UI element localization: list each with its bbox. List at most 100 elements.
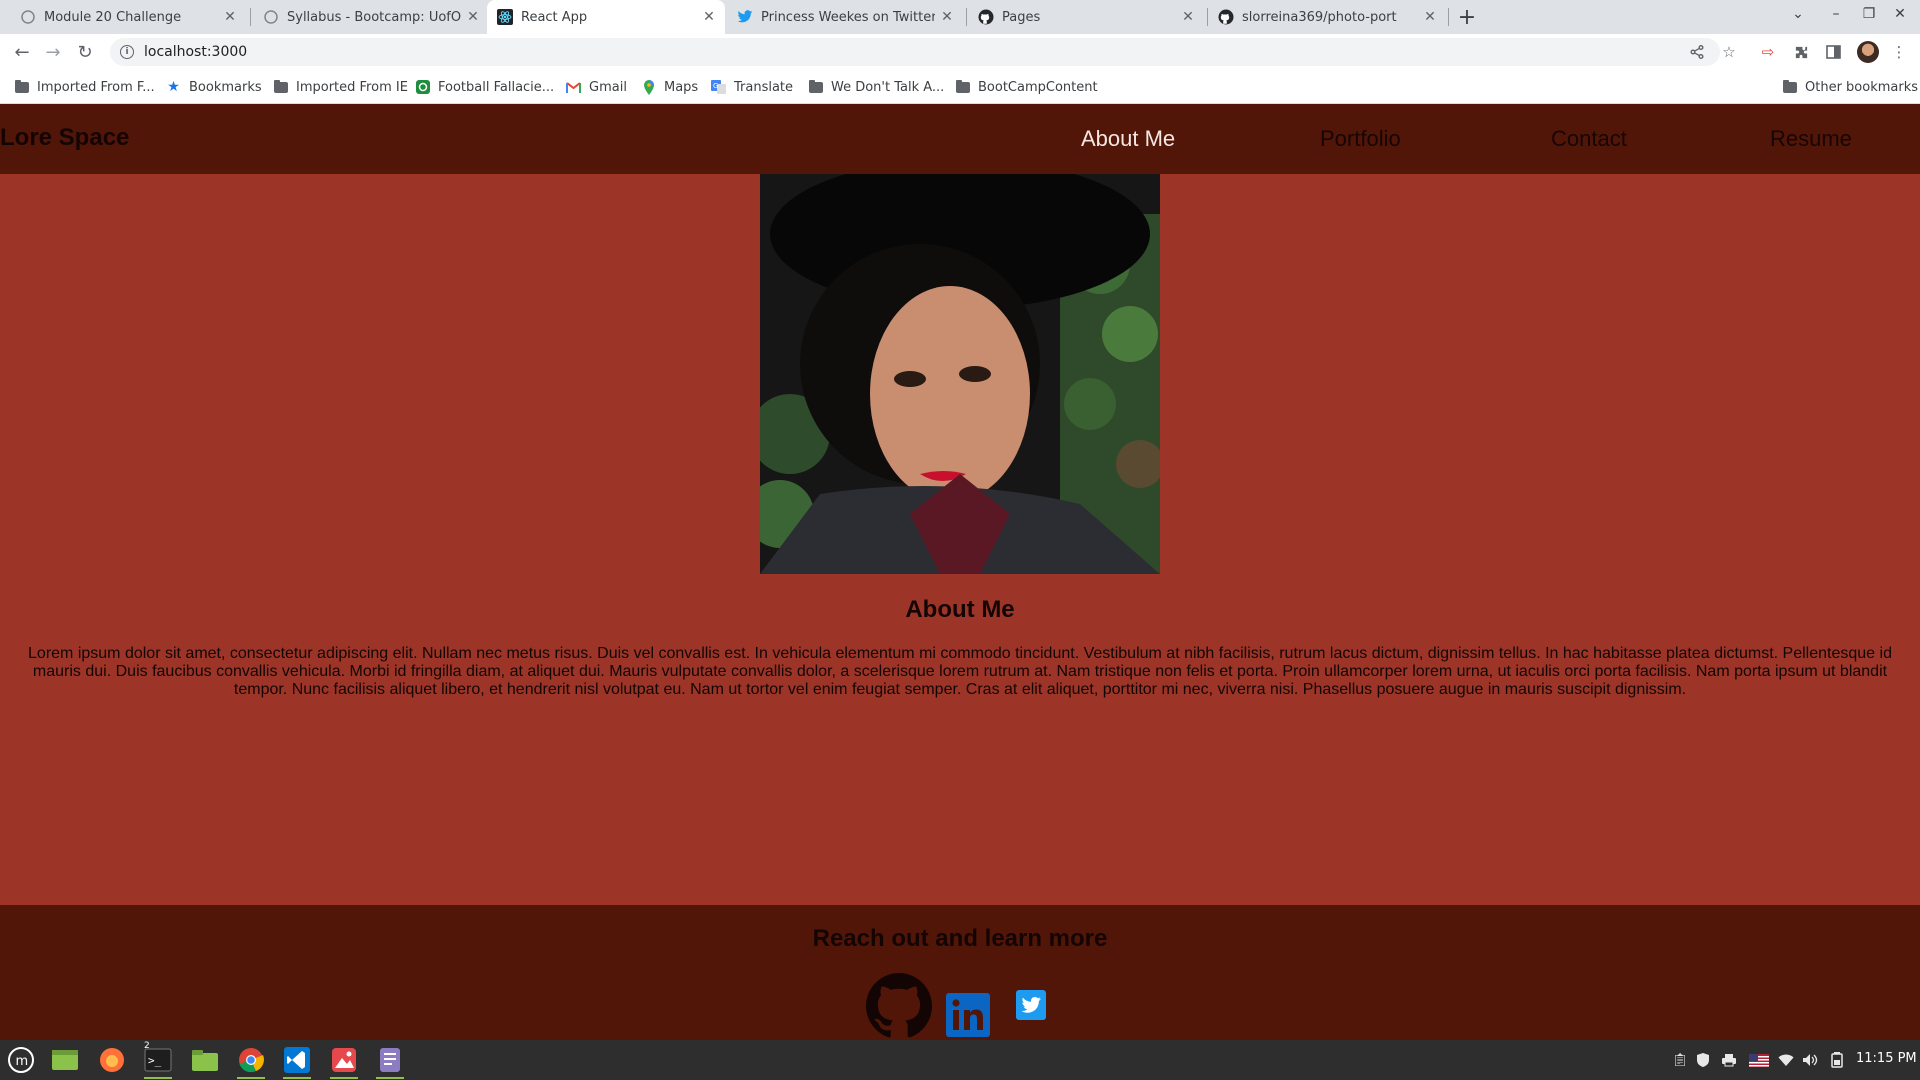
star-icon: ★ xyxy=(167,79,180,95)
tab-search-icon[interactable]: ⌄ xyxy=(1787,6,1809,22)
react-icon xyxy=(497,9,513,25)
tab-title: React App xyxy=(521,9,588,25)
blank-page-icon xyxy=(263,9,279,25)
us-flag-icon[interactable] xyxy=(1748,1050,1770,1070)
svg-text:m: m xyxy=(16,1054,29,1069)
browser-tab[interactable]: slorreina369/photo-port ✕ xyxy=(1208,0,1446,34)
site-header: Lore Space About Me Portfolio Contact Re… xyxy=(0,104,1920,174)
browser-tab-active[interactable]: React App ✕ xyxy=(487,0,725,34)
extension-record-icon[interactable]: ⇨ xyxy=(1758,42,1778,62)
close-window-icon[interactable]: ✕ xyxy=(1889,6,1911,22)
bookmark-label: Imported From F... xyxy=(37,79,155,95)
bookmark-label: Other bookmarks xyxy=(1805,79,1919,95)
close-icon[interactable]: ✕ xyxy=(1182,9,1194,25)
close-icon[interactable]: ✕ xyxy=(941,9,953,25)
about-paragraph: Lorem ipsum dolor sit amet, consectetur … xyxy=(28,645,1892,698)
address-bar[interactable]: i localhost:3000 xyxy=(110,38,1720,66)
wifi-icon[interactable] xyxy=(1777,1050,1795,1070)
bookmark-label: Gmail xyxy=(589,79,627,95)
browser-tab[interactable]: Pages ✕ xyxy=(968,0,1204,34)
text-editor-icon[interactable] xyxy=(374,1044,406,1079)
blank-page-icon xyxy=(20,9,36,25)
gmail-icon xyxy=(566,81,581,93)
close-icon[interactable]: ✕ xyxy=(467,9,479,25)
site-footer: Reach out and learn more xyxy=(0,905,1920,1040)
browser-tab[interactable]: Syllabus - Bootcamp: UofO-V ✕ xyxy=(253,0,489,34)
shield-icon[interactable] xyxy=(1694,1050,1712,1070)
svg-text:G: G xyxy=(713,82,718,90)
vscode-icon[interactable] xyxy=(281,1044,313,1079)
more-menu-icon[interactable]: ⋮ xyxy=(1889,42,1909,62)
bookmarks-bar: Imported From F... ★ Bookmarks Imported … xyxy=(0,70,1920,104)
os-taskbar: m >_ 2 📋︎ 11:15 PM xyxy=(0,1040,1920,1080)
tab-title: slorreina369/photo-port xyxy=(1242,9,1397,25)
files-icon[interactable] xyxy=(189,1044,221,1076)
site-brand[interactable]: Lore Space xyxy=(0,124,129,152)
tab-title: Princess Weekes on Twitter: "I xyxy=(761,9,935,25)
tab-title: Module 20 Challenge xyxy=(44,9,182,25)
github-icon xyxy=(978,9,994,25)
bookmark-item[interactable]: Maps xyxy=(641,70,698,104)
site-info-icon[interactable]: i xyxy=(120,45,134,59)
bookmark-label: Football Fallacie... xyxy=(438,79,555,95)
reload-icon[interactable]: ↻ xyxy=(73,40,97,64)
side-panel-icon[interactable] xyxy=(1823,42,1843,62)
forward-icon[interactable]: → xyxy=(41,40,65,64)
about-title: About Me xyxy=(905,596,1015,623)
nav-link-contact[interactable]: Contact xyxy=(1551,126,1627,152)
bookmark-item[interactable]: Imported From IE xyxy=(273,70,408,104)
minimize-icon[interactable]: – xyxy=(1825,6,1847,22)
url-text: localhost:3000 xyxy=(144,44,248,60)
menu-icon[interactable]: m xyxy=(5,1044,37,1076)
nav-link-resume[interactable]: Resume xyxy=(1770,126,1852,152)
bookmark-label: We Don't Talk A... xyxy=(831,79,945,95)
github-icon[interactable] xyxy=(866,973,933,1043)
bookmark-star-icon[interactable]: ☆ xyxy=(1719,42,1739,62)
main-content: About Me Lorem ipsum dolor sit amet, con… xyxy=(0,174,1920,905)
profile-avatar[interactable] xyxy=(1857,41,1879,63)
show-desktop-icon[interactable] xyxy=(49,1044,81,1076)
share-icon[interactable] xyxy=(1687,42,1707,62)
footer-title: Reach out and learn more xyxy=(812,925,1108,952)
extensions-puzzle-icon[interactable] xyxy=(1791,42,1811,62)
printer-icon[interactable] xyxy=(1720,1050,1738,1070)
bookmark-label: BootCampContent xyxy=(978,79,1098,95)
other-bookmarks[interactable]: Other bookmarks xyxy=(1782,70,1918,104)
clipboard-icon[interactable]: 📋︎ xyxy=(1671,1050,1689,1070)
browser-tab[interactable]: Module 20 Challenge ✕ xyxy=(10,0,246,34)
linkedin-icon[interactable] xyxy=(946,993,990,1041)
bookmark-item[interactable]: We Don't Talk A... xyxy=(808,70,944,104)
image-viewer-icon[interactable] xyxy=(328,1044,360,1079)
back-icon[interactable]: ← xyxy=(10,40,34,64)
nav-link-about-me[interactable]: About Me xyxy=(1081,126,1175,152)
new-tab-button[interactable]: + xyxy=(1454,4,1480,30)
close-icon[interactable]: ✕ xyxy=(1424,9,1436,25)
bookmark-item[interactable]: Football Fallacie... xyxy=(415,70,554,104)
github-icon xyxy=(1218,9,1234,25)
bookmark-label: Maps xyxy=(664,79,699,95)
restore-icon[interactable]: ❐ xyxy=(1858,6,1880,22)
twitter-icon xyxy=(737,9,753,25)
bookmark-item[interactable]: Gmail xyxy=(566,70,627,104)
svg-text:>_: >_ xyxy=(148,1054,162,1067)
bookmark-item[interactable]: Imported From F... xyxy=(14,70,155,104)
firefox-icon[interactable] xyxy=(96,1044,128,1076)
maps-icon xyxy=(641,79,656,95)
bookmark-item[interactable]: G Translate xyxy=(711,70,793,104)
nav-link-portfolio[interactable]: Portfolio xyxy=(1320,126,1401,152)
browser-toolbar: ← → ↻ i localhost:3000 ☆ ⇨ ⋮ xyxy=(0,34,1920,70)
clock[interactable]: 11:15 PM xyxy=(1856,1051,1917,1066)
close-icon[interactable]: ✕ xyxy=(224,9,236,25)
browser-tab[interactable]: Princess Weekes on Twitter: "I ✕ xyxy=(727,0,963,34)
bookmark-item[interactable]: ★ Bookmarks xyxy=(166,70,262,104)
chrome-icon[interactable] xyxy=(235,1044,267,1079)
bookmark-label: Bookmarks xyxy=(189,79,262,95)
battery-icon[interactable] xyxy=(1829,1050,1845,1070)
twitter-icon[interactable] xyxy=(1016,990,1046,1024)
bookmark-label: Translate xyxy=(734,79,794,95)
close-icon[interactable]: ✕ xyxy=(703,9,715,25)
bookmark-item[interactable]: BootCampContent xyxy=(955,70,1098,104)
tab-title: Pages xyxy=(1002,9,1041,25)
volume-icon[interactable] xyxy=(1801,1050,1819,1070)
terminal-icon[interactable]: >_ 2 xyxy=(142,1041,174,1079)
